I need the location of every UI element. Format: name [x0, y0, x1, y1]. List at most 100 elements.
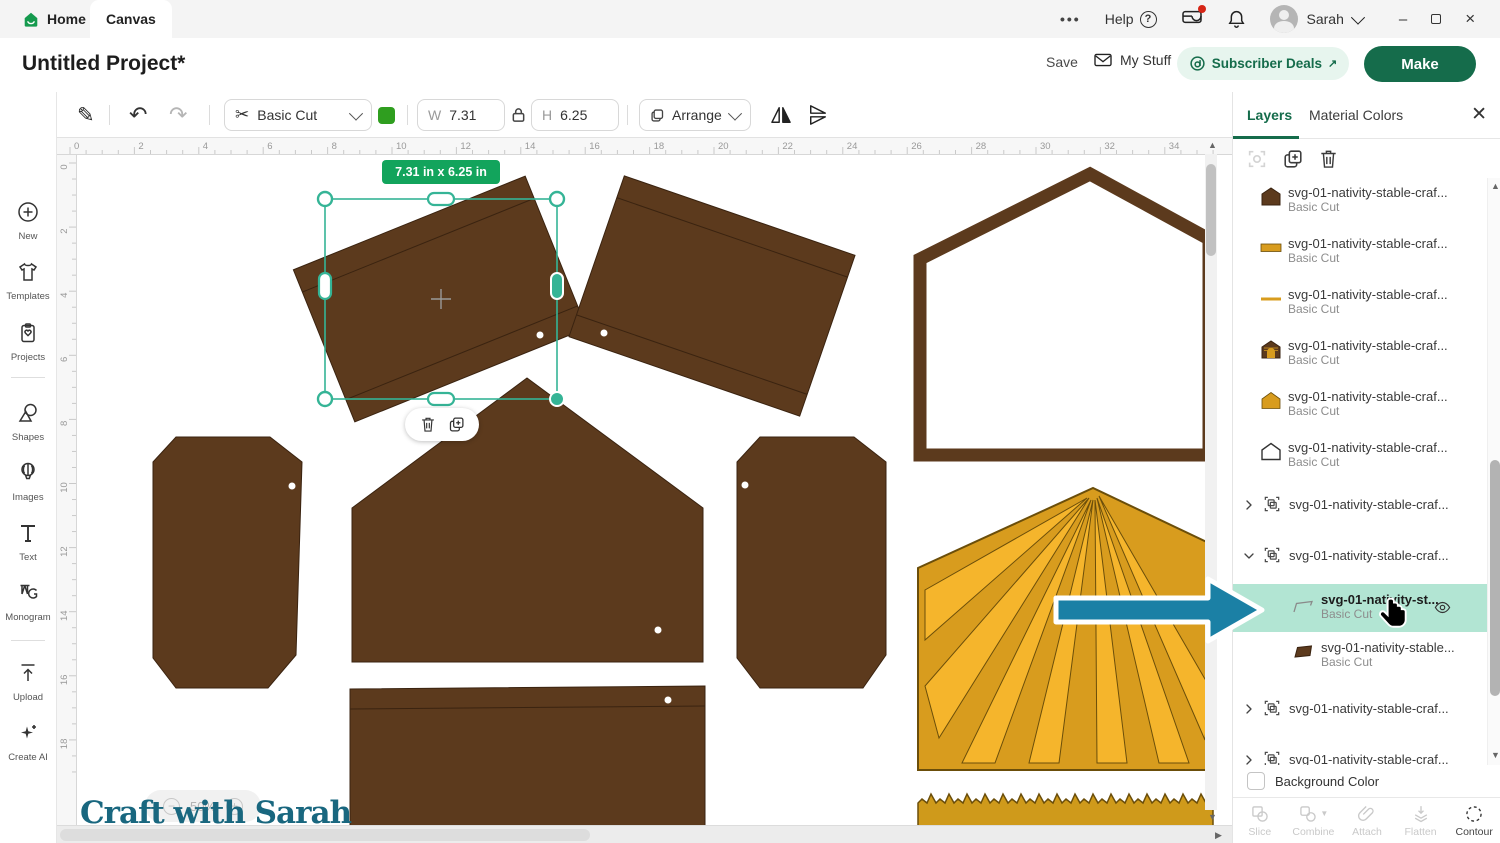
- delete-layer-icon[interactable]: [1318, 148, 1339, 170]
- subscription-button[interactable]: [1181, 8, 1203, 31]
- shape-stable-outline[interactable]: [920, 174, 1209, 455]
- svg-text:6: 6: [267, 141, 272, 152]
- layer-group-row[interactable]: svg-01-nativity-stable-craf...: [1233, 694, 1487, 724]
- resize-handle-n[interactable]: [428, 193, 454, 205]
- subscriber-deals-button[interactable]: Subscriber Deals ↗: [1177, 47, 1349, 80]
- sidebar-item-shapes[interactable]: Shapes: [0, 401, 56, 443]
- layer-row[interactable]: svg-01-nativity-stable-craf... Basic Cut: [1233, 386, 1487, 430]
- tab-canvas[interactable]: Canvas: [90, 0, 172, 38]
- sidebar-item-monogram[interactable]: Monogram: [0, 581, 56, 623]
- arrange-dropdown[interactable]: Arrange: [639, 92, 751, 138]
- svg-text:28: 28: [976, 141, 987, 152]
- svg-text:0: 0: [59, 164, 70, 169]
- resize-handle-se[interactable]: [550, 392, 564, 406]
- resize-handle-s[interactable]: [428, 393, 454, 405]
- layer-row[interactable]: svg-01-nativity-stable... Basic Cut: [1233, 637, 1487, 681]
- delete-icon[interactable]: [420, 416, 436, 433]
- resize-handle-nw[interactable]: [318, 192, 332, 206]
- layer-thumbnail: [1259, 186, 1283, 208]
- lock-icon: [511, 107, 526, 123]
- external-arrow-icon: ↗: [1328, 57, 1337, 70]
- home-icon: [22, 10, 40, 28]
- bell-icon[interactable]: [1227, 9, 1246, 29]
- chevron-down-icon[interactable]: [1241, 548, 1257, 564]
- tab-layers[interactable]: Layers: [1247, 107, 1292, 123]
- layer-row[interactable]: svg-01-nativity-st... Basic Cut: [1233, 584, 1487, 632]
- sidebar-item-projects[interactable]: Projects: [0, 321, 56, 363]
- panel-scrollbar[interactable]: ▲ ▼: [1487, 178, 1500, 765]
- title-bar: Home Canvas ••• Help ? Sarah – ×: [0, 0, 1500, 38]
- layer-row[interactable]: svg-01-nativity-stable-craf... Basic Cut: [1233, 335, 1487, 379]
- layer-row[interactable]: svg-01-nativity-stable-craf... Basic Cut: [1233, 437, 1487, 481]
- canvas-vertical-scrollbar[interactable]: ▲ ▼: [1205, 140, 1217, 824]
- shape-side-wall-right[interactable]: [737, 437, 886, 688]
- background-color-label: Background Color: [1275, 774, 1379, 789]
- panel-close-icon[interactable]: ✕: [1471, 103, 1487, 126]
- shape-roof-piece-2[interactable]: [569, 176, 855, 416]
- action-contour-button[interactable]: Contour: [1447, 798, 1500, 843]
- duplicate-layer-icon[interactable]: [1282, 148, 1304, 170]
- svg-text:12: 12: [59, 546, 70, 557]
- svg-text:8: 8: [332, 141, 337, 152]
- minimize-button[interactable]: –: [1399, 11, 1407, 28]
- design-canvas[interactable]: 0246810121416182022242628303234 02468101…: [57, 138, 1232, 843]
- sidebar-item-new[interactable]: New: [0, 200, 56, 242]
- svg-text:2: 2: [138, 141, 143, 152]
- layer-row[interactable]: svg-01-nativity-stable-craf... Basic Cut: [1233, 284, 1487, 328]
- layer-row[interactable]: svg-01-nativity-stable-craf... Basic Cut: [1233, 182, 1487, 226]
- visibility-eye-icon[interactable]: [1433, 598, 1452, 617]
- duplicate-icon[interactable]: [448, 416, 465, 433]
- sidebar-item-upload[interactable]: Upload: [0, 661, 56, 703]
- height-input[interactable]: H6.25: [531, 92, 619, 138]
- account-menu[interactable]: Sarah: [1270, 5, 1363, 33]
- save-button[interactable]: Save: [1046, 54, 1078, 70]
- sidebar-item-templates[interactable]: Templates: [0, 260, 56, 302]
- layer-group-row[interactable]: svg-01-nativity-stable-craf...: [1233, 745, 1487, 765]
- monogram-icon: [16, 581, 40, 605]
- layer-name: svg-01-nativity-stable-craf...: [1288, 389, 1448, 404]
- tab-material-colors[interactable]: Material Colors: [1309, 107, 1403, 123]
- chevron-right-icon[interactable]: [1241, 752, 1257, 765]
- chevron-right-icon[interactable]: [1241, 701, 1257, 717]
- layer-group-row[interactable]: svg-01-nativity-stable-craf...: [1233, 490, 1487, 520]
- resize-handle-w[interactable]: [319, 273, 331, 299]
- page-title[interactable]: Untitled Project*: [22, 52, 185, 76]
- contour-icon: [1464, 804, 1484, 824]
- maximize-button[interactable]: [1431, 14, 1441, 24]
- sidebar-item-text[interactable]: Text: [0, 521, 56, 563]
- action-slice-button: Slice: [1233, 798, 1287, 843]
- background-color-checkbox[interactable]: [1247, 772, 1265, 790]
- layer-group-row[interactable]: svg-01-nativity-stable-craf...: [1233, 541, 1487, 571]
- color-swatch[interactable]: [378, 92, 395, 138]
- chevron-right-icon[interactable]: [1241, 497, 1257, 513]
- resize-handle-ne[interactable]: [550, 192, 564, 206]
- shape-side-wall-left[interactable]: [153, 437, 302, 688]
- edit-toolbar: ✎ ↶ ↷ ✂Basic Cut W7.31 H6.25 Arrange: [57, 92, 1232, 138]
- flip-horizontal-button[interactable]: [770, 92, 792, 138]
- tab-home[interactable]: Home: [6, 0, 102, 38]
- lock-ratio-button[interactable]: [511, 92, 526, 138]
- width-input[interactable]: W7.31: [417, 92, 505, 138]
- slice-icon: [1250, 804, 1270, 824]
- close-button[interactable]: ×: [1465, 9, 1475, 29]
- my-stuff-button[interactable]: My Stuff: [1093, 52, 1171, 68]
- help-menu[interactable]: Help ?: [1105, 11, 1157, 28]
- make-button[interactable]: Make: [1364, 46, 1476, 82]
- header-bar: Untitled Project* Save My Stuff Subscrib…: [0, 38, 1500, 92]
- resize-handle-e[interactable]: [551, 273, 563, 299]
- redo-button[interactable]: ↷: [169, 92, 187, 138]
- sidebar-item-label: Projects: [0, 352, 56, 363]
- resize-handle-sw[interactable]: [318, 392, 332, 406]
- overflow-menu[interactable]: •••: [1060, 11, 1081, 27]
- shape-base-strip[interactable]: [350, 686, 705, 843]
- layer-row[interactable]: svg-01-nativity-stable-craf... Basic Cut: [1233, 233, 1487, 277]
- sidebar-item-create-ai[interactable]: Create AI: [0, 721, 56, 763]
- draw-pencil-icon[interactable]: ✎: [77, 92, 95, 138]
- svg-text:30: 30: [1040, 141, 1051, 152]
- my-stuff-label: My Stuff: [1120, 52, 1171, 68]
- undo-button[interactable]: ↶: [129, 92, 147, 138]
- linetype-dropdown[interactable]: ✂Basic Cut: [224, 92, 372, 138]
- flip-vertical-button[interactable]: [807, 92, 829, 138]
- sidebar-item-images[interactable]: Images: [0, 461, 56, 503]
- layer-name: svg-01-nativity-stable-craf...: [1289, 752, 1449, 765]
